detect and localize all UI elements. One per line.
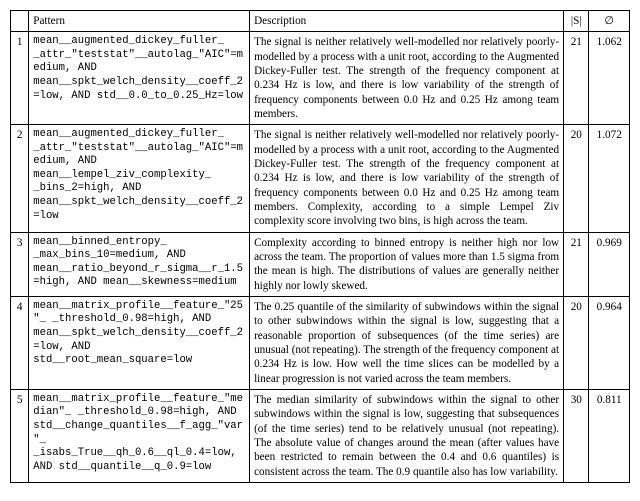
pattern-table: Pattern Description |S| ∅ 1mean__augment… bbox=[10, 10, 630, 483]
table-header-row: Pattern Description |S| ∅ bbox=[11, 11, 630, 32]
cell-description: Complexity according to binned entropy i… bbox=[250, 232, 564, 296]
cell-description: The signal is neither relatively well-mo… bbox=[250, 32, 564, 125]
cell-s: 21 bbox=[564, 32, 589, 125]
cell-pattern: mean__matrix_profile__feature_"25"_ _thr… bbox=[29, 296, 250, 389]
table-row: 5mean__matrix_profile__feature_"median"_… bbox=[11, 389, 630, 482]
cell-pattern: mean__matrix_profile__feature_"median"_ … bbox=[29, 389, 250, 482]
cell-index: 4 bbox=[11, 296, 29, 389]
cell-phi: 0.969 bbox=[589, 232, 630, 296]
col-header-s: |S| bbox=[564, 11, 589, 32]
cell-phi: 0.964 bbox=[589, 296, 630, 389]
cell-phi: 1.062 bbox=[589, 32, 630, 125]
cell-s: 20 bbox=[564, 296, 589, 389]
table-body: 1mean__augmented_dickey_fuller_ _attr_"t… bbox=[11, 32, 630, 483]
cell-description: The median similarity of subwindows with… bbox=[250, 389, 564, 482]
table-row: 4mean__matrix_profile__feature_"25"_ _th… bbox=[11, 296, 630, 389]
cell-s: 30 bbox=[564, 389, 589, 482]
cell-index: 3 bbox=[11, 232, 29, 296]
table-row: 1mean__augmented_dickey_fuller_ _attr_"t… bbox=[11, 32, 630, 125]
cell-s: 20 bbox=[564, 125, 589, 232]
table-row: 3mean__binned_entropy_ _max_bins_10=medi… bbox=[11, 232, 630, 296]
cell-s: 21 bbox=[564, 232, 589, 296]
cell-description: The signal is neither relatively well-mo… bbox=[250, 125, 564, 232]
cell-index: 1 bbox=[11, 32, 29, 125]
col-header-phi: ∅ bbox=[589, 11, 630, 32]
cell-phi: 1.072 bbox=[589, 125, 630, 232]
cell-pattern: mean__binned_entropy_ _max_bins_10=mediu… bbox=[29, 232, 250, 296]
cell-pattern: mean__augmented_dickey_fuller_ _attr_"te… bbox=[29, 125, 250, 232]
cell-pattern: mean__augmented_dickey_fuller_ _attr_"te… bbox=[29, 32, 250, 125]
table-row: 2mean__augmented_dickey_fuller_ _attr_"t… bbox=[11, 125, 630, 232]
col-header-description: Description bbox=[250, 11, 564, 32]
cell-description: The 0.25 quantile of the similarity of s… bbox=[250, 296, 564, 389]
col-header-index bbox=[11, 11, 29, 32]
cell-phi: 0.811 bbox=[589, 389, 630, 482]
cell-index: 5 bbox=[11, 389, 29, 482]
col-header-pattern: Pattern bbox=[29, 11, 250, 32]
cell-index: 2 bbox=[11, 125, 29, 232]
